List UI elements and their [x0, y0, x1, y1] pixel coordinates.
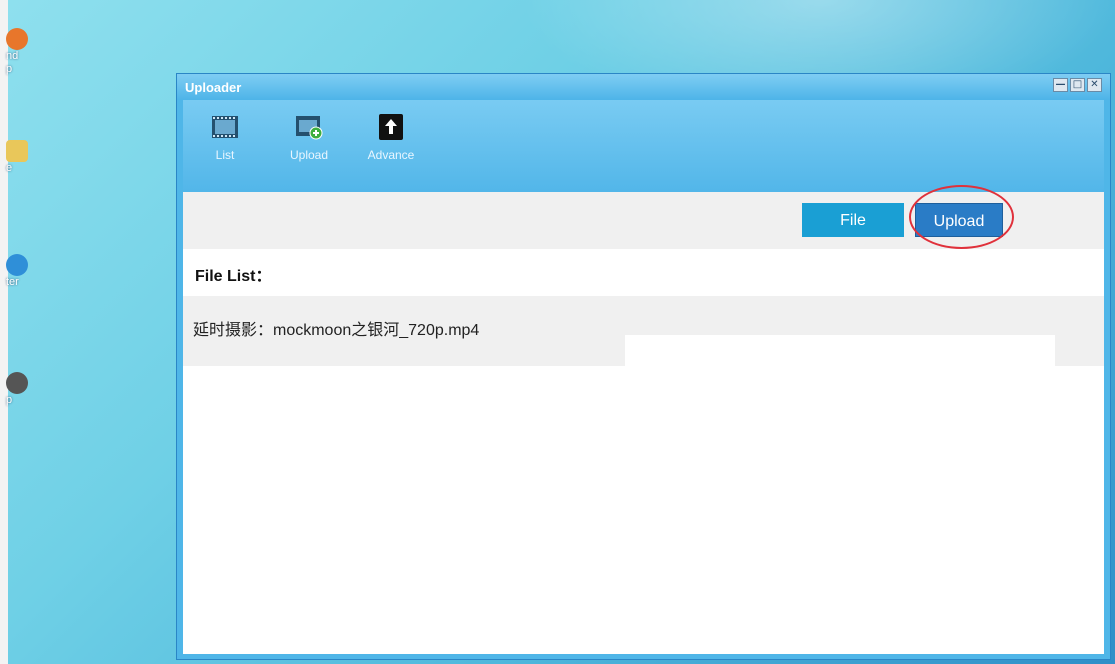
toolbar-list[interactable]: List — [195, 114, 255, 162]
action-bar: File Upload — [183, 185, 1104, 249]
gear-app-icon — [6, 372, 28, 394]
desktop-icon-label: e — [6, 162, 13, 174]
toolbar-upload-label: Upload — [289, 148, 329, 162]
file-button[interactable]: File — [802, 203, 904, 237]
progress-area — [625, 335, 1055, 370]
content-panel: File Upload File List： 延时摄影：mockmoon之银河_… — [183, 185, 1104, 654]
desktop-icon-label: ter — [6, 276, 19, 288]
desktop-icon-label: nd p — [6, 50, 19, 75]
cloud-icon — [6, 254, 28, 276]
file-list-header: File List： — [195, 268, 272, 285]
desktop-icon-label: p — [6, 394, 13, 406]
desktop-icon-cloud[interactable]: ter — [0, 254, 34, 289]
desktop-icon-orange[interactable]: nd p — [0, 28, 34, 76]
film-add-icon — [295, 114, 323, 140]
maximize-button[interactable]: □ — [1070, 78, 1085, 92]
window-title: Uploader — [185, 80, 242, 95]
file-name: 延时摄影：mockmoon之银河_720p.mp4 — [193, 322, 480, 339]
desktop-icon-notepad[interactable]: e — [0, 140, 34, 175]
close-button[interactable]: ✕ — [1087, 78, 1102, 92]
highlight-circle — [909, 185, 1014, 249]
desktop-edge — [0, 0, 8, 664]
upload-arrow-icon — [377, 114, 405, 140]
toolbar-upload[interactable]: Upload — [279, 114, 339, 162]
toolbar-advance[interactable]: Advance — [361, 114, 421, 162]
film-icon — [211, 114, 239, 140]
toolbar-advance-label: Advance — [367, 148, 415, 162]
title-bar[interactable]: Uploader — □ ✕ — [177, 74, 1110, 100]
toolbar-list-label: List — [215, 148, 235, 162]
notepad-icon — [6, 140, 28, 162]
orange-app-icon — [6, 28, 28, 50]
toolbar: List Upload Advance — [183, 100, 1104, 192]
minimize-button[interactable]: — — [1053, 78, 1068, 92]
uploader-window: Uploader — □ ✕ List Upload Advance File … — [176, 73, 1111, 660]
window-controls: — □ ✕ — [1053, 78, 1102, 92]
desktop-icon-gear[interactable]: p — [0, 372, 34, 407]
